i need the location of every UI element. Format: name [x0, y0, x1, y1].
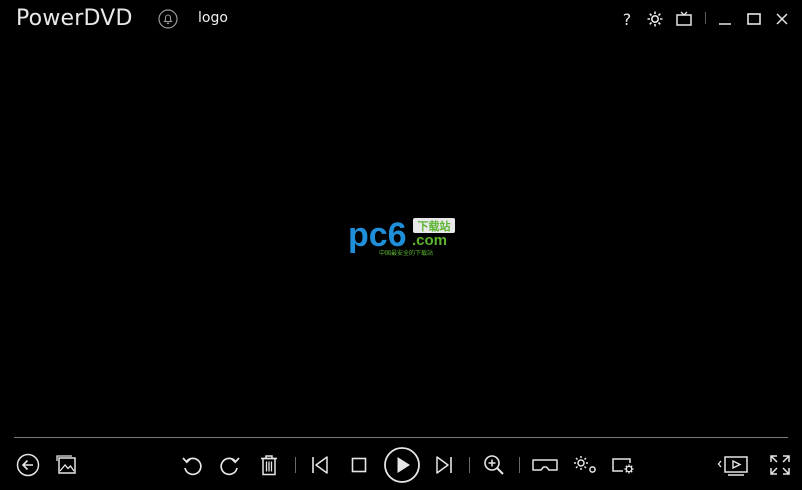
minimize-icon	[719, 23, 731, 25]
maximize-icon	[747, 13, 761, 25]
delete-icon	[261, 455, 277, 476]
rotate-right-icon	[220, 457, 240, 476]
slideshow-settings-icon	[612, 458, 634, 474]
pc6-watermark-logo: pc6 下载站 .com 中国最安全的下载站	[346, 214, 458, 258]
effects-settings-icon	[574, 456, 596, 473]
titlebar-separator	[705, 12, 706, 24]
zoom-button[interactable]	[480, 451, 508, 479]
zoom-in-icon	[484, 455, 504, 475]
back-icon	[16, 453, 40, 477]
settings-button[interactable]	[643, 7, 667, 31]
close-button[interactable]	[770, 7, 794, 31]
vr-headset-icon	[532, 459, 558, 471]
close-icon	[776, 13, 788, 25]
playlist-icon	[717, 456, 748, 476]
effects-settings-button[interactable]	[570, 451, 600, 479]
back-button[interactable]	[14, 451, 42, 479]
vr-mode-button[interactable]	[529, 451, 561, 479]
logo-badge-text: 下载站	[418, 219, 451, 233]
title-bar: PowerDVD logo ?	[0, 0, 802, 40]
tv-mode-icon	[676, 11, 692, 26]
control-separator	[469, 457, 470, 473]
fullscreen-button[interactable]	[766, 451, 794, 479]
help-button[interactable]: ?	[615, 7, 639, 31]
fullscreen-icon	[770, 455, 790, 475]
rotate-left-icon	[182, 457, 202, 476]
slideshow-settings-button[interactable]	[609, 451, 639, 479]
previous-button[interactable]	[306, 451, 334, 479]
rotate-right-button[interactable]	[216, 451, 244, 479]
app-title: PowerDVD	[16, 6, 133, 31]
notification-bell-icon[interactable]	[158, 9, 178, 29]
control-separator	[519, 457, 520, 473]
logo-main-text: pc6	[348, 216, 407, 254]
play-button[interactable]	[383, 446, 421, 484]
control-separator	[295, 457, 296, 473]
logo-domain-text: .com	[412, 232, 447, 249]
tv-mode-button[interactable]	[672, 7, 696, 31]
previous-icon	[312, 456, 328, 474]
next-icon	[436, 456, 452, 474]
logo-tagline-text: 中国最安全的下载站	[379, 249, 433, 257]
image-icon	[56, 455, 76, 474]
help-icon: ?	[622, 9, 632, 29]
stop-icon	[351, 457, 367, 473]
next-button[interactable]	[430, 451, 458, 479]
control-bar-divider	[14, 437, 788, 438]
settings-icon	[647, 11, 663, 27]
minimize-button[interactable]	[713, 7, 737, 31]
stop-button[interactable]	[345, 451, 373, 479]
logo-label[interactable]: logo	[198, 10, 228, 26]
play-icon	[384, 447, 420, 483]
media-library-button[interactable]	[53, 451, 81, 479]
delete-button[interactable]	[255, 451, 283, 479]
maximize-button[interactable]	[742, 7, 766, 31]
playlist-toggle-button[interactable]	[716, 451, 750, 479]
rotate-left-button[interactable]	[178, 451, 206, 479]
